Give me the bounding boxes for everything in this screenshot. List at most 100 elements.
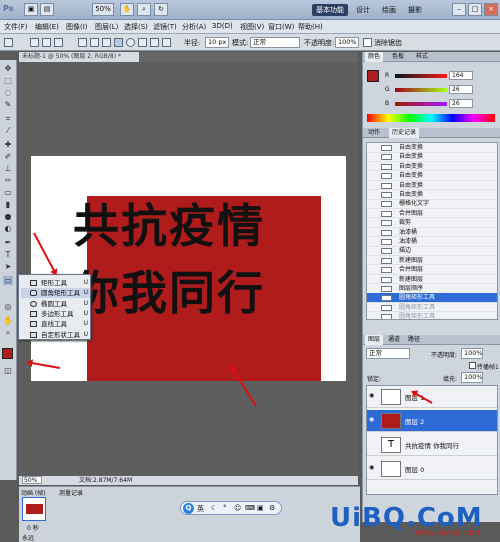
hand-icon[interactable]: ✋: [120, 3, 134, 16]
line-shape-icon[interactable]: [150, 38, 159, 47]
history-item[interactable]: 合并图层: [367, 209, 497, 219]
foreground-color-swatch[interactable]: [2, 348, 13, 359]
workspace-painting[interactable]: 绘画: [378, 4, 400, 16]
gradient-tool-icon[interactable]: ▮: [3, 200, 13, 209]
pen-tool-icon[interactable]: ✒: [3, 238, 13, 247]
crop-tool-icon[interactable]: ⌗: [3, 114, 13, 123]
history-item[interactable]: 自由变换: [367, 181, 497, 191]
eye-icon[interactable]: [369, 441, 377, 447]
path-select-tool-icon[interactable]: ➤: [3, 262, 13, 271]
menu-analysis[interactable]: 分析(A): [182, 22, 206, 32]
menu-3d[interactable]: 3D(D): [212, 22, 233, 30]
lasso-tool-icon[interactable]: ◌: [3, 88, 13, 97]
shape-layers-icon[interactable]: [30, 38, 39, 47]
history-item[interactable]: 自由变换: [367, 143, 497, 153]
rounded-rect-shape-icon[interactable]: [114, 38, 123, 47]
color-fg-swatch[interactable]: [367, 70, 379, 82]
eye-icon[interactable]: ◉: [369, 417, 377, 423]
keyboard-icon[interactable]: ⌨: [245, 504, 255, 512]
workspace-essentials[interactable]: 基本功能: [312, 4, 348, 16]
maximize-button[interactable]: □: [468, 3, 482, 16]
history-item[interactable]: 图层顺序: [367, 284, 497, 294]
workspace-design[interactable]: 设计: [352, 4, 374, 16]
smile-icon[interactable]: ☺: [234, 504, 241, 512]
history-item[interactable]: 栅格化文字: [367, 199, 497, 209]
frame-time[interactable]: 0 秒: [27, 523, 39, 532]
zoom-level[interactable]: 50%: [92, 3, 114, 16]
tool-preset-icon[interactable]: [4, 38, 13, 47]
menu-view[interactable]: 视图(V): [240, 22, 264, 32]
opacity-input[interactable]: 100%: [335, 37, 359, 48]
tab-swatches[interactable]: 色板: [389, 52, 407, 62]
frame-1-thumb[interactable]: [22, 497, 46, 521]
history-item[interactable]: 自由变换: [367, 171, 497, 181]
history-item[interactable]: 油漆桶: [367, 237, 497, 247]
workspace-photography[interactable]: 摄影: [404, 4, 426, 16]
propagate-frame-checkbox[interactable]: [469, 362, 476, 369]
dodge-tool-icon[interactable]: ◐: [3, 224, 13, 233]
eyedropper-tool-icon[interactable]: ⁄: [3, 126, 13, 135]
loop-select[interactable]: 永远: [22, 533, 34, 542]
punctuation-icon[interactable]: °: [223, 504, 227, 512]
tab-styles[interactable]: 样式: [413, 52, 431, 62]
flyout-item[interactable]: 直线工具 U: [21, 319, 90, 329]
ime-lang[interactable]: 英: [197, 504, 204, 514]
blur-tool-icon[interactable]: ●: [3, 212, 13, 221]
menu-file[interactable]: 文件(F): [4, 22, 28, 32]
fill-input[interactable]: 100%: [461, 372, 483, 383]
history-item[interactable]: 新建图层: [367, 275, 497, 285]
polygon-shape-icon[interactable]: [138, 38, 147, 47]
flyout-item[interactable]: 自定形状工具 U: [21, 330, 90, 340]
pen-icon[interactable]: [78, 38, 87, 47]
mode-select[interactable]: 正常: [250, 37, 300, 48]
type-tool-icon[interactable]: T: [3, 250, 13, 259]
history-item[interactable]: 自由变换: [367, 152, 497, 162]
healing-tool-icon[interactable]: ✚: [3, 140, 13, 149]
moon-icon[interactable]: ☾: [211, 504, 217, 512]
menu-window[interactable]: 窗口(W): [268, 22, 294, 32]
menu-image[interactable]: 图像(I): [66, 22, 88, 32]
rectangle-shape-icon[interactable]: [102, 38, 111, 47]
layer-row[interactable]: ◉ 图层 2: [367, 410, 497, 432]
menu-layer[interactable]: 图层(L): [95, 22, 118, 32]
tab-channels[interactable]: 通道: [385, 335, 403, 345]
rotate-icon[interactable]: ↻: [154, 3, 168, 16]
tab-animation[interactable]: 动画 (帧): [21, 488, 46, 497]
b-slider[interactable]: [395, 102, 447, 106]
tab-color[interactable]: 颜色: [365, 52, 384, 62]
layer-row[interactable]: ◉ 图层 0: [367, 458, 497, 480]
r-value[interactable]: 164: [449, 71, 473, 80]
shape-tool-icon[interactable]: ▭: [3, 276, 13, 285]
bridge-button[interactable]: ▣: [24, 3, 38, 16]
flyout-item[interactable]: 圆角矩形工具 U: [21, 288, 90, 299]
fill-pixels-icon[interactable]: [54, 38, 63, 47]
g-slider[interactable]: [395, 88, 447, 92]
menu-select[interactable]: 选择(S): [124, 22, 148, 32]
flyout-item[interactable]: 多边形工具 U: [21, 309, 90, 319]
tab-history[interactable]: 历史记录: [389, 128, 420, 138]
quick-mask-icon[interactable]: ◫: [3, 366, 13, 375]
layer-blend-select[interactable]: 正常: [366, 348, 410, 359]
eye-icon[interactable]: ◉: [369, 393, 377, 399]
ellipse-shape-icon[interactable]: [126, 38, 135, 47]
close-button[interactable]: ×: [484, 3, 498, 16]
tab-measurement[interactable]: 测量记录: [59, 488, 83, 497]
history-item[interactable]: 裁剪: [367, 218, 497, 228]
hand-tool-icon[interactable]: ✋: [3, 316, 13, 325]
history-item[interactable]: 自由变换: [367, 162, 497, 172]
stamp-tool-icon[interactable]: ⊥: [3, 164, 13, 173]
brush-tool-icon[interactable]: ✐: [3, 152, 13, 161]
freeform-pen-icon[interactable]: [90, 38, 99, 47]
history-item[interactable]: 油漆桶: [367, 228, 497, 238]
flyout-item[interactable]: 椭圆工具 U: [21, 299, 90, 309]
r-slider[interactable]: [395, 74, 447, 78]
history-item[interactable]: 描边: [367, 246, 497, 256]
settings-icon[interactable]: ⚙: [269, 504, 275, 512]
menu-filter[interactable]: 滤镜(T): [153, 22, 177, 32]
antialias-checkbox[interactable]: [363, 38, 372, 47]
skin-icon[interactable]: ▣: [257, 504, 264, 512]
history-item[interactable]: 圆角矩形工具: [367, 303, 497, 313]
g-value[interactable]: 26: [449, 85, 473, 94]
history-item[interactable]: 自由变换: [367, 190, 497, 200]
layer-row[interactable]: T 共抗疫情 你我同行: [367, 434, 497, 456]
